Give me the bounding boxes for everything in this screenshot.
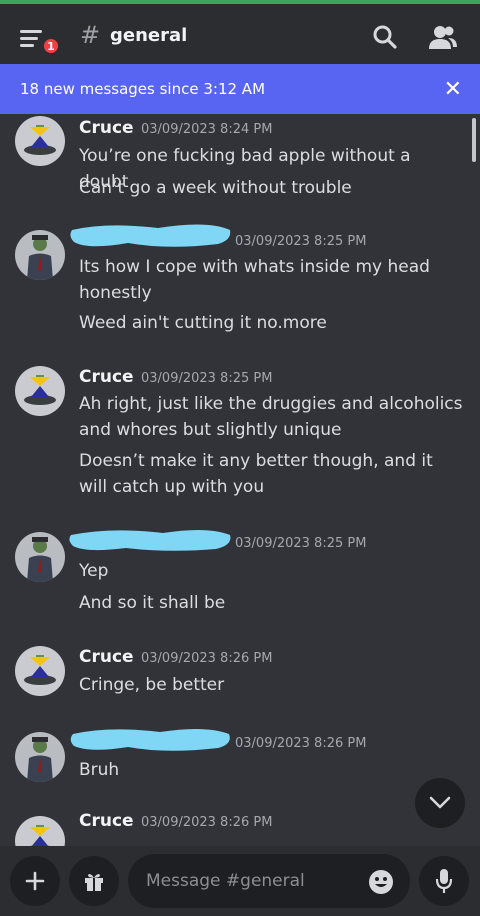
message-text[interactable]: Cringe, be better — [79, 672, 464, 698]
message-input[interactable]: Message #general — [128, 854, 410, 908]
avatar-cruce[interactable] — [15, 646, 65, 696]
message-author[interactable]: Cruce — [79, 367, 134, 387]
mic-icon — [435, 869, 453, 893]
message-text[interactable]: Weed ain't cutting it no.more — [79, 310, 464, 336]
menu-button[interactable]: 1 — [20, 22, 62, 58]
members-icon[interactable] — [428, 24, 458, 50]
avatar-redacted-user[interactable] — [15, 732, 65, 782]
message-list[interactable]: Cruce 03/09/2023 8:24 PM You’re one fuck… — [0, 114, 480, 846]
message-text[interactable]: Ah right, just like the druggies and alc… — [79, 391, 464, 443]
close-icon[interactable]: ✕ — [444, 77, 462, 102]
new-messages-text: 18 new messages since 3:12 AM — [20, 80, 266, 98]
message-timestamp: 03/09/2023 8:25 PM — [141, 371, 273, 386]
message-text[interactable]: And so it shall be — [79, 590, 464, 616]
channel-header: 1 # general — [0, 4, 480, 64]
message-timestamp: 03/09/2023 8:25 PM — [235, 536, 367, 551]
message-author[interactable]: Cruce — [79, 811, 134, 831]
message-text[interactable]: Yep — [79, 558, 464, 584]
message-composer: Message #general — [0, 846, 480, 916]
chevron-down-icon — [429, 796, 451, 809]
message-text[interactable]: Can’t go a week without trouble — [79, 175, 464, 201]
gift-icon — [85, 874, 103, 891]
jump-to-latest-button[interactable] — [415, 778, 465, 828]
message-timestamp: 03/09/2023 8:25 PM — [235, 234, 367, 249]
message-text[interactable]: Bruh — [79, 757, 464, 783]
plus-icon — [25, 871, 45, 891]
unread-badge: 1 — [41, 36, 61, 56]
redaction-mark — [70, 224, 231, 247]
message-text[interactable]: Doesn’t make it any better though, and i… — [79, 448, 464, 500]
message-timestamp: 03/09/2023 8:26 PM — [141, 815, 273, 830]
message-text[interactable]: Its how I cope with whats inside my head… — [79, 254, 464, 306]
voice-button[interactable] — [419, 856, 469, 906]
search-icon[interactable] — [372, 24, 398, 50]
attach-button[interactable] — [10, 856, 60, 906]
message-timestamp: 03/09/2023 8:26 PM — [235, 736, 367, 751]
redaction-mark — [69, 529, 231, 551]
avatar-cruce[interactable] — [15, 816, 65, 846]
avatar-redacted-user[interactable] — [15, 230, 65, 280]
gift-button[interactable] — [69, 856, 119, 906]
avatar-cruce[interactable] — [15, 116, 65, 166]
emoji-icon[interactable] — [368, 869, 394, 895]
message-author[interactable]: Cruce — [79, 118, 134, 138]
message-timestamp: 03/09/2023 8:24 PM — [141, 122, 273, 137]
new-messages-banner[interactable]: 18 new messages since 3:12 AM ✕ — [0, 64, 480, 114]
message-placeholder: Message #general — [146, 871, 305, 891]
message-author[interactable]: Cruce — [79, 647, 134, 667]
avatar-cruce[interactable] — [15, 366, 65, 416]
message-timestamp: 03/09/2023 8:26 PM — [141, 651, 273, 666]
redaction-mark — [70, 728, 230, 751]
hash-icon: # — [80, 21, 101, 49]
avatar-redacted-user[interactable] — [15, 532, 65, 582]
channel-title[interactable]: general — [110, 25, 187, 46]
scrollbar[interactable] — [472, 118, 476, 162]
